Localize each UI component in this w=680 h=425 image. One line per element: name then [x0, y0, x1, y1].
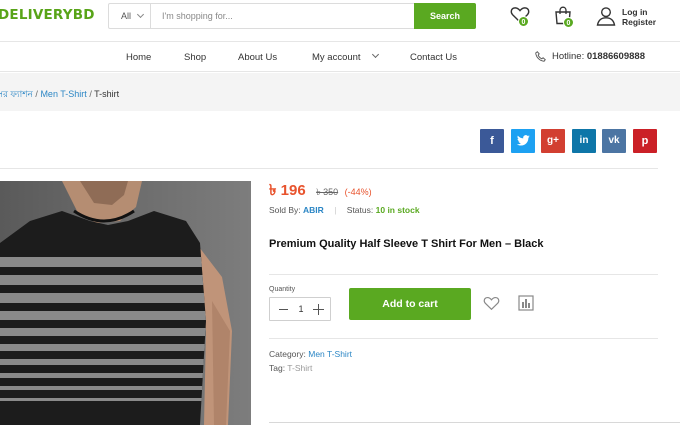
search-input[interactable]: [151, 4, 413, 28]
wishlist-button[interactable]: 0: [510, 6, 530, 29]
nav-item-shop[interactable]: Shop: [184, 52, 206, 63]
search-category-label: All: [121, 11, 132, 21]
login-label: Log in: [622, 7, 648, 17]
product-tag: Tag: T-Shirt: [269, 363, 312, 373]
pinterest-icon: p: [641, 135, 649, 147]
vk-share-button[interactable]: vk: [602, 129, 626, 153]
heart-icon: [483, 296, 500, 311]
cart-button[interactable]: 0: [553, 6, 574, 30]
divider: [269, 338, 658, 339]
product-category: Category: Men T-Shirt: [269, 349, 352, 359]
sold-by-label: Sold By:: [269, 205, 301, 215]
facebook-icon: f: [490, 135, 494, 147]
quantity-stepper: 1: [269, 297, 331, 321]
breadcrumb: সর ফ্যাশন / Men T-Shirt / T-shirt: [0, 87, 119, 102]
quantity-label: Quantity: [269, 286, 296, 293]
twitter-share-button[interactable]: t: [511, 129, 535, 153]
current-price: ৳ 196: [269, 182, 306, 199]
hotline-label: Hotline:: [552, 51, 585, 62]
linkedin-share-button[interactable]: in: [572, 129, 596, 153]
register-label: Register: [622, 17, 657, 27]
facebook-share-button[interactable]: f: [480, 129, 504, 153]
compare-chart-icon: [518, 295, 534, 311]
google-plus-icon: g+: [547, 135, 559, 146]
search-button[interactable]: Search: [414, 3, 476, 29]
hotline: Hotline: 01886609888: [535, 51, 645, 62]
tag-label: Tag:: [269, 363, 286, 373]
main-nav: Home Shop About Us My account Contact Us…: [0, 42, 680, 72]
bottom-divider: [269, 422, 680, 423]
add-to-cart-button[interactable]: Add to cart: [349, 288, 471, 320]
product-price: ৳ 196 ৳ 350 (-44%): [269, 179, 372, 204]
category-link[interactable]: Men T-Shirt: [308, 349, 352, 359]
product-image[interactable]: [0, 181, 251, 425]
tshirt-photo: [0, 181, 251, 425]
search-bar: All Search: [108, 3, 476, 29]
chevron-down-icon: [136, 10, 145, 19]
breadcrumb-separator: /: [35, 89, 38, 99]
pinterest-share-button[interactable]: p: [633, 129, 657, 153]
quantity-value[interactable]: 1: [294, 304, 308, 314]
breadcrumb-item-men-tshirt[interactable]: Men T-Shirt: [40, 89, 86, 99]
linkedin-icon: in: [579, 135, 589, 146]
phone-icon: [535, 51, 546, 62]
vendor-status-line: Sold By: ABIR | Status: 10 in stock: [269, 205, 420, 215]
separator: |: [334, 205, 337, 215]
nav-item-contact-us[interactable]: Contact Us: [410, 52, 457, 63]
nav-item-about-us[interactable]: About Us: [238, 52, 277, 63]
nav-item-home[interactable]: Home: [126, 52, 151, 63]
login-register-text: Log in Register: [622, 7, 672, 27]
discount-badge: (-44%): [344, 187, 372, 197]
breadcrumb-item-current: T-shirt: [94, 89, 120, 99]
breadcrumb-separator: /: [89, 89, 92, 99]
old-price: ৳ 350: [316, 187, 339, 197]
search-category-select[interactable]: All: [109, 4, 151, 28]
quantity-increase-button[interactable]: [313, 304, 324, 315]
breadcrumb-bar: সর ফ্যাশন / Men T-Shirt / T-shirt: [0, 73, 680, 111]
chevron-down-icon: [371, 50, 380, 59]
hotline-number[interactable]: 01886609888: [587, 51, 645, 62]
site-logo[interactable]: DELIVERYBD: [0, 7, 95, 23]
vendor-link[interactable]: ABIR: [303, 205, 324, 215]
nav-item-my-account[interactable]: My account: [312, 52, 361, 63]
tag-link[interactable]: T-Shirt: [287, 363, 312, 373]
top-header: DELIVERYBD All Search 0 0 Log in Registe…: [0, 0, 680, 42]
compare-button[interactable]: [518, 295, 534, 316]
status-label: Status:: [346, 205, 374, 215]
login-register-link[interactable]: Log in Register: [596, 6, 656, 31]
breadcrumb-item-fashion[interactable]: সর ফ্যাশন: [0, 89, 33, 99]
stock-status: 10 in stock: [375, 205, 420, 215]
cart-count-badge: 0: [563, 17, 574, 28]
wishlist-count-badge: 0: [518, 16, 529, 27]
quantity-decrease-button[interactable]: [279, 309, 288, 310]
google-plus-share-button[interactable]: g+: [541, 129, 565, 153]
divider: [0, 168, 658, 169]
twitter-icon: [516, 135, 530, 146]
category-label: Category:: [269, 349, 306, 359]
product-title: Premium Quality Half Sleeve T Shirt For …: [269, 238, 544, 250]
user-icon: [596, 7, 616, 26]
vk-icon: vk: [608, 135, 620, 146]
add-to-wishlist-button[interactable]: [483, 296, 500, 316]
divider: [269, 274, 658, 275]
